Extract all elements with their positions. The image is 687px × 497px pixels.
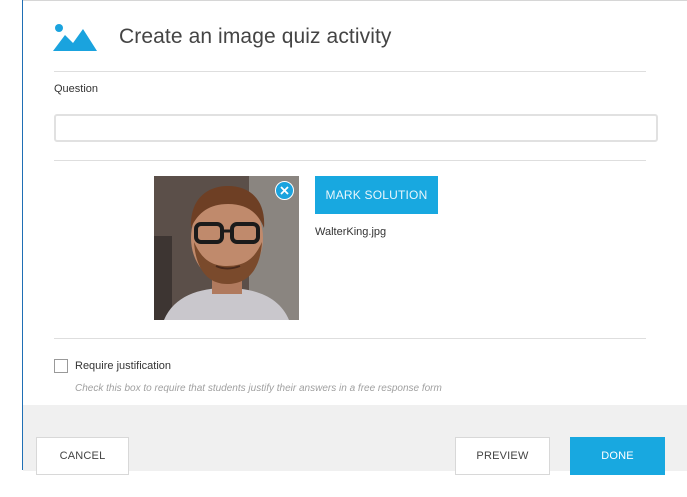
done-button[interactable]: DONE bbox=[570, 437, 665, 475]
preview-button[interactable]: PREVIEW bbox=[455, 437, 550, 475]
close-icon bbox=[280, 186, 289, 195]
image-filename: WalterKing.jpg bbox=[315, 226, 387, 238]
mark-solution-button[interactable]: MARK SOLUTION bbox=[315, 176, 438, 214]
dialog-header: Create an image quiz activity bbox=[53, 17, 653, 57]
question-divider bbox=[54, 160, 646, 161]
header-divider bbox=[54, 71, 646, 72]
require-justification-label[interactable]: Require justification bbox=[75, 360, 171, 372]
page-title: Create an image quiz activity bbox=[119, 25, 392, 48]
image-quiz-dialog: Create an image quiz activity Question M… bbox=[23, 1, 687, 471]
require-justification-checkbox[interactable] bbox=[54, 359, 68, 373]
mountains-image-icon bbox=[53, 24, 97, 51]
require-justification-help: Check this box to require that students … bbox=[75, 383, 442, 394]
image-divider bbox=[54, 338, 646, 339]
remove-image-button[interactable] bbox=[275, 181, 294, 200]
question-label: Question bbox=[54, 83, 99, 95]
question-input[interactable] bbox=[54, 114, 658, 142]
cancel-button[interactable]: CANCEL bbox=[36, 437, 129, 475]
